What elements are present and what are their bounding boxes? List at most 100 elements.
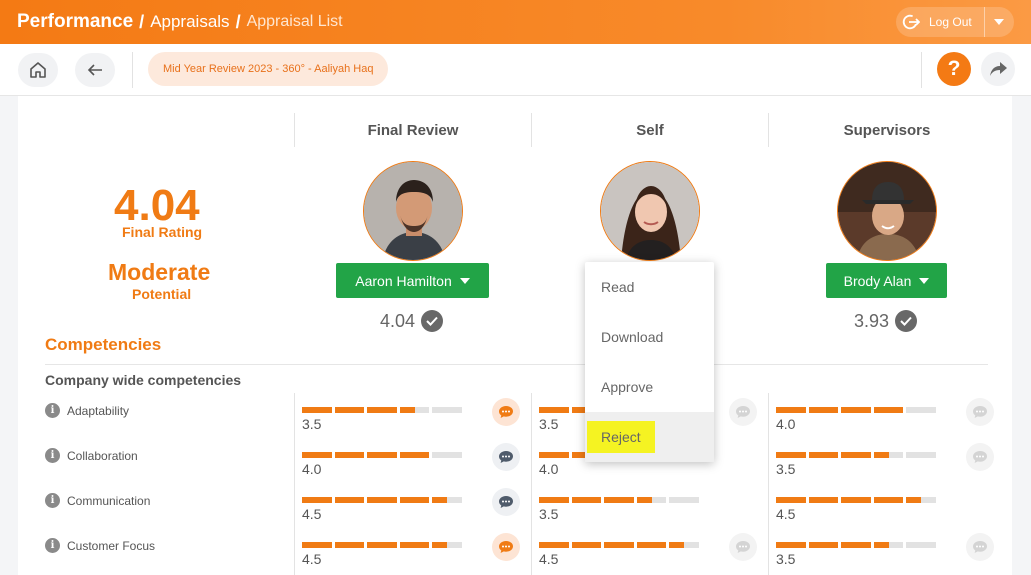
competency-name[interactable]: i Collaboration (45, 448, 138, 463)
rating-bar-fill (669, 542, 685, 548)
potential-value: Moderate (108, 259, 211, 285)
rating-bar-fill (841, 497, 871, 503)
home-button[interactable] (18, 53, 58, 87)
rating-bar-segment (906, 452, 936, 458)
menu-item-approve[interactable]: Approve (585, 362, 714, 412)
toolbar: Mid Year Review 2023 - 360° - Aaliyah Ha… (0, 44, 1031, 96)
top-bar: Performance / Appraisals / Appraisal Lis… (0, 0, 1031, 44)
breadcrumb-appraisal-list[interactable]: Appraisal List (247, 13, 343, 31)
rating-bar (776, 542, 936, 548)
column-header-self: Self (636, 121, 664, 139)
breadcrumb-appraisals[interactable]: Appraisals (150, 12, 229, 32)
menu-item-download[interactable]: Download (585, 312, 714, 362)
competency-name[interactable]: i Adaptability (45, 403, 129, 418)
rating-bar-segment (367, 452, 397, 458)
rating-bar-fill (636, 497, 652, 503)
menu-item-reject[interactable]: Reject (585, 412, 714, 462)
rating-bar-fill (367, 452, 397, 458)
rating-bar-segment (906, 407, 936, 413)
rating-bar-segment (367, 542, 397, 548)
comment-button[interactable] (966, 398, 994, 426)
rating-bar-fill (808, 452, 839, 458)
comment-button[interactable] (492, 398, 520, 426)
rating-bar-fill (432, 542, 448, 548)
rating-bar-segment (636, 542, 667, 548)
comment-button[interactable] (966, 533, 994, 561)
rating-value: 4.5 (302, 506, 322, 522)
rating-bar-fill (367, 407, 397, 413)
comment-icon (499, 496, 513, 508)
final-review-score: 4.04 (380, 310, 444, 332)
rating-bar-segment (808, 542, 839, 548)
comment-button[interactable] (492, 443, 520, 471)
avatar-self (600, 161, 700, 261)
rating-bar (302, 497, 462, 503)
final-review-score-value: 4.04 (380, 310, 416, 331)
rating-bar-fill (841, 452, 871, 458)
menu-item-reject-label: Reject (587, 421, 655, 453)
rating-bar (302, 407, 462, 413)
arrow-left-icon (87, 64, 102, 76)
rating-bar-segment (302, 542, 332, 548)
comment-button[interactable] (492, 488, 520, 516)
rating-bar-fill (776, 407, 806, 413)
comment-icon (499, 406, 513, 418)
rating-bar-segment (873, 452, 904, 458)
back-button[interactable] (75, 53, 115, 87)
rating-bar-segment (399, 452, 430, 458)
comment-button[interactable] (729, 398, 757, 426)
comment-icon (499, 451, 513, 463)
info-icon[interactable]: i (45, 538, 60, 553)
rating-bar-fill (776, 497, 806, 503)
rating-bar-fill (873, 497, 904, 503)
final-rating-label: Final Rating (122, 224, 203, 240)
info-icon[interactable]: i (45, 493, 60, 508)
rating-bar-fill (604, 542, 634, 548)
appraisal-chip[interactable]: Mid Year Review 2023 - 360° - Aaliyah Ha… (148, 52, 389, 86)
rating-bar-segment (432, 407, 462, 413)
logout-button[interactable]: Log Out (896, 7, 1014, 37)
logout-label: Log Out (929, 15, 972, 29)
comment-button[interactable] (492, 533, 520, 561)
rating-bar-fill (906, 497, 922, 503)
breadcrumb-performance[interactable]: Performance (17, 11, 133, 33)
menu-item-read[interactable]: Read (585, 262, 714, 312)
rating-bar-fill (808, 542, 839, 548)
chevron-down-icon (919, 277, 930, 284)
info-icon[interactable]: i (45, 403, 60, 418)
info-icon[interactable]: i (45, 448, 60, 463)
rating-bar-segment (539, 452, 569, 458)
chevron-down-icon[interactable] (985, 19, 1013, 25)
rating-bar-segment (334, 542, 365, 548)
chevron-down-icon (459, 277, 470, 284)
rating-bar-segment (873, 407, 904, 413)
rating-bar-fill (539, 497, 569, 503)
competency-name[interactable]: i Customer Focus (45, 538, 155, 553)
rating-bar-segment (539, 407, 569, 413)
rating-bar-segment (873, 542, 904, 548)
rating-value: 4.5 (776, 506, 796, 522)
rating-bar (302, 452, 462, 458)
comment-button[interactable] (966, 443, 994, 471)
rating-value: 4.0 (776, 416, 796, 432)
rating-bar-fill (571, 542, 602, 548)
potential-label: Potential (132, 286, 192, 302)
comment-button[interactable] (729, 533, 757, 561)
supervisor-dropdown[interactable]: Brody Alan (826, 263, 947, 298)
rating-bar-segment (571, 542, 602, 548)
rating-bar-segment (302, 452, 332, 458)
rating-bar-segment (432, 497, 462, 503)
breadcrumb-separator: / (139, 11, 145, 32)
rating-value: 4.0 (302, 461, 322, 477)
share-button[interactable] (981, 52, 1015, 86)
column-header-supervisors: Supervisors (843, 121, 931, 139)
comment-icon (973, 541, 987, 553)
supervisor-score: 3.93 (854, 310, 918, 332)
rating-bar-segment (841, 407, 871, 413)
final-reviewer-dropdown[interactable]: Aaron Hamilton (336, 263, 489, 298)
competency-name[interactable]: i Communication (45, 493, 150, 508)
supervisor-score-value: 3.93 (854, 310, 890, 331)
help-button[interactable]: ? (937, 52, 971, 86)
rating-bar-fill (873, 452, 889, 458)
rating-value: 3.5 (539, 506, 559, 522)
